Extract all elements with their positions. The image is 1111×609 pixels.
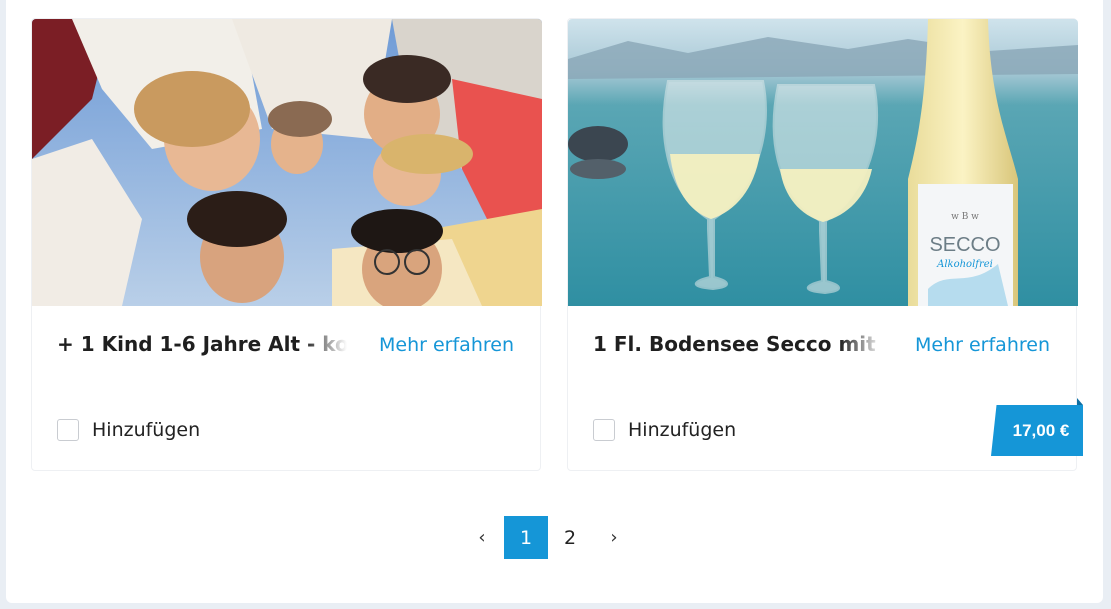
product-title: 1 Fl. Bodensee Secco mit Gläsern	[593, 332, 883, 356]
add-label: Hinzufügen	[628, 419, 737, 441]
product-image-secco: w B w SECCO Alkoholfrei	[568, 19, 1078, 306]
product-card-secco: w B w SECCO Alkoholfrei 1 Fl. Bodensee S…	[567, 18, 1078, 471]
more-info-link[interactable]: Mehr erfahren	[379, 334, 514, 356]
add-checkbox[interactable]	[593, 419, 615, 441]
product-title: + 1 Kind 1-6 Jahre Alt - kostenlos	[57, 332, 347, 356]
add-option[interactable]: Hinzufügen	[593, 419, 736, 441]
more-info-link[interactable]: Mehr erfahren	[915, 334, 1050, 356]
pagination: ‹ 1 2 ›	[460, 516, 636, 559]
add-option[interactable]: Hinzufügen	[57, 419, 200, 441]
bottle-sub-text: Alkoholfrei	[936, 259, 993, 270]
page-2-button[interactable]: 2	[548, 516, 592, 559]
chevron-left-icon[interactable]: ‹	[460, 516, 504, 559]
chevron-right-icon[interactable]: ›	[592, 516, 636, 559]
price-badge-fold	[1077, 398, 1083, 405]
product-image-kids	[32, 19, 542, 306]
add-checkbox[interactable]	[57, 419, 79, 441]
svg-text:w B w: w B w	[951, 212, 979, 222]
product-card-kid: + 1 Kind 1-6 Jahre Alt - kostenlos Mehr …	[31, 18, 542, 471]
bottle-brand-text: SECCO	[929, 234, 1000, 256]
price-badge: 17,00 €	[991, 405, 1083, 456]
page-1-button[interactable]: 1	[504, 516, 548, 559]
add-label: Hinzufügen	[92, 419, 201, 441]
